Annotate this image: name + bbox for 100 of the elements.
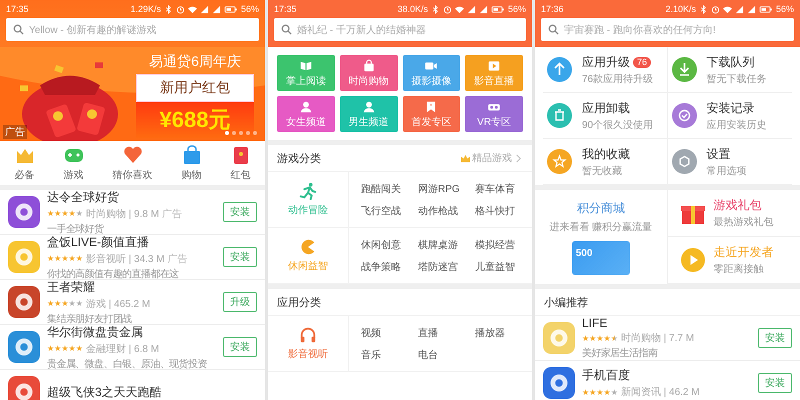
upload-icon[interactable] [547,57,572,82]
subcategory-link[interactable]: 飞行空战 [361,204,418,218]
wifi-icon [722,4,732,14]
subcategory-link[interactable]: 战争策略 [361,260,418,274]
section-title: 应用分类 [277,296,322,310]
subcategory-link[interactable]: 视频 [361,326,418,340]
tool-subtitle: 暂无收藏 [582,164,623,178]
battery-level: 56% [240,4,259,14]
install-button[interactable]: 安装 [223,202,257,222]
install-button[interactable]: 安装 [223,247,257,267]
tool-title[interactable]: 应用卸载 [582,100,630,116]
subcategory-link[interactable]: 动作枪战 [418,204,475,218]
shortcut-button[interactable]: 必备 [14,144,34,182]
tool-subtitle: 暂无下载任务 [706,72,768,86]
app-icon [8,196,40,228]
shortcut-button[interactable]: 购物 [182,144,202,182]
category-name[interactable]: 影音视听 [288,347,328,361]
subcategory-link[interactable]: 模拟经营 [475,238,532,252]
app-description: 美好家居生活指南 [582,346,658,360]
search-icon [548,24,559,35]
subcategory-link[interactable]: 直播 [418,326,475,340]
banner-headline: 易通贷6周年庆 [149,53,241,71]
page-dot[interactable] [232,131,236,135]
star-rating: ★★★★★ [47,299,83,308]
promo-title[interactable]: 积分商城 [576,200,625,216]
network-speed: 38.0K/s [397,4,428,14]
tile-icon [362,58,376,72]
page-dot[interactable] [239,131,243,135]
search-icon [281,24,292,35]
bluetooth-icon [164,4,173,14]
install-button[interactable]: 安装 [758,373,792,393]
subcategory-link[interactable]: 休闲创意 [361,238,418,252]
running-figure-icon [299,182,317,200]
subcategory-link[interactable]: 音乐 [361,348,418,362]
tool-title[interactable]: 下载队列 [706,54,754,70]
subcategory-link[interactable]: 赛车体育 [475,182,532,196]
tool-subtitle: 76款应用待升级 [582,72,654,86]
install-button[interactable]: 升级 [223,292,257,312]
subcategory-link[interactable]: 格斗快打 [475,204,532,218]
points-card: 500 [572,240,630,274]
tool-title[interactable]: 应用升级 [582,54,630,70]
app-description: 你找的高颜值有趣的直播都在这 [47,268,180,280]
battery-level: 56% [508,4,526,14]
battery-icon [224,4,238,14]
page-dot[interactable] [225,131,229,135]
app-meta: 时尚购物 | 9.8 M [86,208,160,220]
star-rating: ★★★★★ [582,334,618,342]
tool-title[interactable]: 安装记录 [706,100,754,116]
count-badge: 76 [633,56,652,68]
checkmark-icon[interactable] [672,103,696,128]
subcategory-link[interactable]: 棋牌桌游 [418,238,475,252]
play-icon [680,247,706,273]
shortcut-button[interactable]: 红包 [230,144,250,182]
headphones-icon [299,326,317,344]
subcategory-link[interactable]: 播放器 [475,326,532,340]
app-description: 集结亲朋好友打团战 [47,312,133,326]
category-tile[interactable]: VR专区 [465,96,523,132]
alarm-icon [176,4,185,14]
install-button[interactable]: 安装 [758,328,792,348]
app-name: 超级飞侠3之天天跑酷 [47,384,163,400]
category-tile[interactable]: 时尚购物 [340,55,398,91]
page-dot[interactable] [246,131,250,135]
battery-level: 56% [776,4,794,14]
app-name: 华尔街微盘贵金属 [47,324,144,340]
shopping-bag-icon [182,144,202,164]
app-name: LIFE [582,316,608,330]
star-rating: ★★★★★ [582,388,618,396]
trash-icon[interactable] [547,103,572,128]
subcategory-link[interactable]: 塔防迷宫 [418,260,475,274]
tool-subtitle: 应用安装历史 [706,118,768,132]
search-icon [13,24,24,35]
subcategory-link[interactable]: 儿童益智 [475,260,532,274]
download-icon[interactable] [672,57,696,82]
ad-tag: 广告 [168,252,188,266]
heart-icon [122,144,142,164]
subcategory-link[interactable]: 跑酷闯关 [361,182,418,196]
section-title: 游戏分类 [277,152,322,166]
page-dot[interactable] [253,131,257,135]
app-description: 一手全球好货 [47,222,105,236]
clock-time: 17:35 [274,4,297,14]
battery-icon [758,4,773,14]
ad-tag: 广告 [162,206,182,220]
category-tile[interactable]: 女生频道 [277,96,335,132]
bluetooth-icon [430,4,440,14]
promo-title[interactable]: 游戏礼包 [714,197,800,214]
app-icon [543,322,575,354]
settings-icon[interactable] [672,149,696,174]
star-rating: ★★★★★ [47,209,83,218]
tool-title[interactable]: 我的收藏 [582,146,630,162]
subcategory-link[interactable]: 网游RPG [418,182,475,196]
shortcut-button[interactable]: 游戏 [64,144,84,182]
wifi-icon [454,4,464,14]
tool-subtitle: 90个很久没使用 [582,118,654,132]
subcategory-link[interactable]: 电台 [418,348,475,362]
tool-subtitle: 常用选项 [706,164,748,178]
tool-title[interactable]: 设置 [706,146,730,162]
wifi-icon [188,4,197,14]
shortcut-button[interactable]: 猜你喜欢 [112,144,152,182]
install-button[interactable]: 安装 [223,337,257,357]
app-meta: 时尚购物 | 7.7 M [620,332,694,345]
